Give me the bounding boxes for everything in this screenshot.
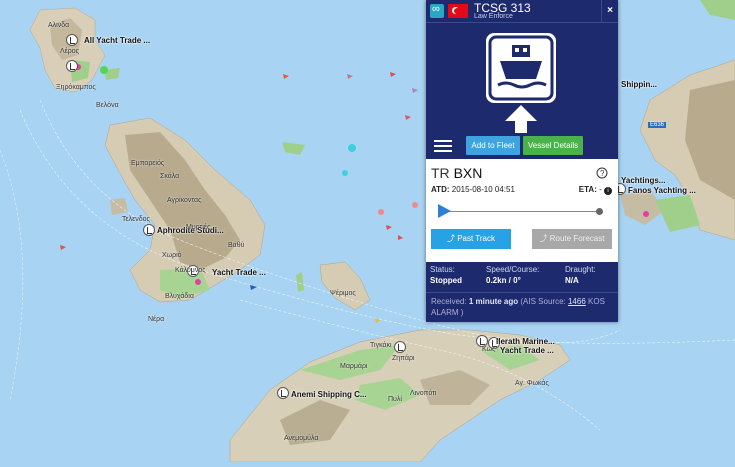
panel-toolbar: Add to Fleet Vessel Details: [426, 133, 618, 159]
town-label: Αγρίκοντας: [167, 197, 202, 204]
poi-label[interactable]: Anemi Shipping C...: [291, 390, 367, 399]
ais-source-link[interactable]: 1466: [568, 297, 586, 306]
poi-label[interactable]: All Yacht Trade ...: [84, 36, 150, 45]
route-forecast-label: Route Forecast: [549, 234, 605, 243]
town-label: Βελόνα: [96, 102, 119, 109]
info-icon[interactable]: i: [604, 187, 612, 195]
status-label: Status:: [430, 265, 455, 274]
marina-icon[interactable]: [394, 341, 406, 353]
speed-label: Speed/Course:: [486, 265, 540, 274]
poi-label[interactable]: Shippin...: [621, 80, 657, 89]
help-icon[interactable]: ?: [596, 167, 608, 179]
past-track-label: Past Track: [457, 234, 496, 243]
hamburger-menu-icon[interactable]: [432, 137, 454, 155]
town-label: Εμπορειός: [131, 160, 165, 167]
add-to-fleet-button[interactable]: Add to Fleet: [466, 136, 520, 155]
town-label: Ψέριμος: [330, 290, 356, 297]
marina-icon[interactable]: [143, 224, 155, 236]
eta-field: ETA: - i: [579, 185, 612, 195]
upload-arrow-icon: [505, 105, 537, 133]
received-label: Received:: [431, 297, 467, 306]
turkey-flag-icon: [448, 4, 468, 18]
town-label: Κως: [482, 346, 496, 353]
vessel-type: Law Enforce: [474, 13, 513, 20]
draught-label: Draught:: [565, 265, 596, 274]
town-label: Νέρα: [148, 316, 165, 323]
eta-value: -: [599, 185, 602, 194]
atd-field: ATD: 2015-08-10 04:51: [431, 185, 515, 194]
town-label: Λέρος: [60, 48, 80, 55]
callsign: TR BXN: [431, 165, 482, 181]
draught-value: N/A: [565, 276, 579, 285]
draught-column: Draught: N/A: [565, 265, 596, 285]
ship-icon: [486, 33, 556, 103]
town-label: Λινοπότι: [410, 390, 437, 397]
vessel-details-button[interactable]: Vessel Details: [523, 136, 583, 155]
status-value: Stopped: [430, 276, 462, 285]
town-label: Πυλί: [388, 396, 402, 403]
poi-label[interactable]: Ilerath Marine...: [496, 337, 555, 346]
town-label: Μαρμάρι: [340, 363, 368, 370]
callsign-code: BXN: [453, 165, 483, 181]
town-label: Ανεμομύλα: [284, 435, 319, 442]
track-icon: ⤴: [446, 234, 458, 243]
map-canvas[interactable]: All Yacht Trade ... Aphrodite Studi... Y…: [0, 0, 735, 463]
poi-label[interactable]: Fanos Yachting ...: [628, 186, 696, 195]
voyage-progress-line: [440, 211, 600, 212]
voyage-section: TR BXN ? ATD: 2015-08-10 04:51 ETA: - i …: [426, 159, 618, 261]
link-icon[interactable]: [430, 3, 444, 18]
speed-value: 0.2kn / 0°: [486, 276, 521, 285]
town-label: Μυρτιές: [186, 224, 211, 231]
marina-icon[interactable]: [66, 34, 78, 46]
departure-marker-icon: [438, 204, 451, 218]
town-label: Αλινδα: [48, 22, 70, 29]
marina-icon[interactable]: [66, 60, 78, 72]
atd-value: 2015-08-10 04:51: [451, 185, 515, 194]
town-label: Χωριό: [162, 252, 182, 259]
town-label: Σκάλα: [160, 173, 180, 180]
town-label: Βαθύ: [228, 242, 245, 249]
received-value: 1 minute ago: [468, 297, 519, 306]
route-forecast-button[interactable]: ⤴ Route Forecast: [532, 229, 612, 249]
status-bar: Status: Stopped Speed/Course: 0.2kn / 0°…: [426, 262, 618, 292]
road-badge: Ε636: [648, 122, 667, 128]
marina-icon[interactable]: [277, 387, 289, 399]
panel-header: TCSG 313 Law Enforce ×: [426, 0, 618, 22]
town-label: Κάλυμνος: [175, 267, 206, 274]
past-track-button[interactable]: ⤴ Past Track: [431, 229, 511, 249]
vessel-photo-placeholder[interactable]: [426, 22, 618, 133]
town-label: Αγ. Φωκάς: [515, 380, 549, 387]
speed-column: Speed/Course: 0.2kn / 0°: [486, 265, 539, 285]
destination-dot-icon: [596, 208, 603, 215]
vessel-info-panel: TCSG 313 Law Enforce × Add to Fleet Vess…: [426, 0, 618, 322]
poi-label[interactable]: Yacht Trade ...: [500, 346, 554, 355]
poi-label[interactable]: Yachtings...: [621, 176, 665, 185]
town-label: Τιγκάκι: [370, 342, 392, 349]
town-label: Ξηρόκαμπος: [56, 84, 96, 91]
ais-source-prefix: (AIS Source:: [520, 297, 566, 306]
poi-label[interactable]: Yacht Trade ...: [212, 268, 266, 277]
status-column: Status: Stopped: [430, 265, 462, 285]
close-button[interactable]: ×: [601, 0, 618, 22]
atd-label: ATD:: [431, 185, 450, 194]
eta-label: ETA:: [578, 185, 597, 194]
town-label: Ζηπάρι: [392, 355, 415, 362]
route-icon: ⤴: [539, 234, 550, 243]
town-label: Τελενδος: [122, 216, 150, 223]
received-info: Received: 1 minute ago (AIS Source: 1466…: [426, 292, 618, 322]
map-terrain: [0, 0, 735, 463]
svg-text:?: ?: [600, 169, 605, 178]
town-label: Βλυχάδια: [165, 293, 194, 300]
callsign-prefix: TR: [431, 165, 450, 181]
